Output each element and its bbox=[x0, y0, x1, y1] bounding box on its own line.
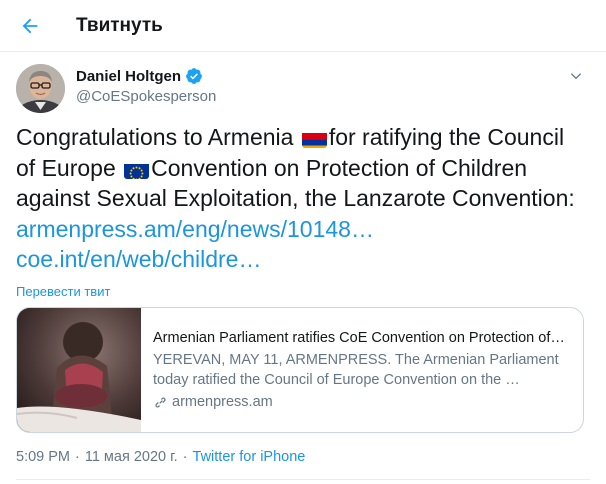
tweet-text: Congratulations to Armenia for ratifying… bbox=[16, 122, 590, 275]
author-handle[interactable]: @CoESpokesperson bbox=[76, 88, 216, 105]
meta-separator: · bbox=[75, 449, 80, 465]
tweet-link-coe[interactable]: coe.int/en/web/childre… bbox=[16, 246, 261, 272]
tweet-text-segment: Convention on Protection of Children bbox=[151, 154, 528, 181]
card-thumbnail bbox=[17, 308, 141, 432]
tweet-line-1: Congratulations to Armenia for ratifying… bbox=[16, 122, 590, 153]
tweet-line-3: against Sexual Exploitation, the Lanzaro… bbox=[16, 185, 575, 212]
armenia-flag-icon bbox=[301, 129, 327, 148]
divider bbox=[16, 479, 590, 480]
card-domain-text: armenpress.am bbox=[172, 394, 273, 410]
arrow-left-icon bbox=[22, 18, 38, 34]
tweet-date[interactable]: 11 мая 2020 г. bbox=[85, 449, 178, 465]
link-icon bbox=[155, 396, 166, 408]
chevron-down-icon bbox=[570, 73, 582, 80]
author-name[interactable]: Daniel Holtgen bbox=[76, 67, 203, 85]
tweet-time[interactable]: 5:09 PM bbox=[16, 449, 70, 465]
card-title: Armenian Parliament ratifies CoE Convent… bbox=[153, 330, 565, 346]
page-title: Твитнуть bbox=[76, 15, 163, 36]
tweet-metadata: 5:09 PM · 11 мая 2020 г. · Twitter for i… bbox=[16, 449, 305, 465]
card-body: Armenian Parliament ratifies CoE Convent… bbox=[141, 308, 583, 432]
tweet-text-segment: Congratulations to Armenia bbox=[16, 124, 300, 150]
link-preview-card[interactable]: Armenian Parliament ratifies CoE Convent… bbox=[16, 307, 584, 433]
card-description-line: today ratified the Council of Europe Con… bbox=[153, 372, 520, 388]
translate-tweet-link[interactable]: Перевести твит bbox=[16, 284, 110, 299]
tweet-link-armenpress[interactable]: armenpress.am/eng/news/10148… bbox=[16, 216, 374, 242]
card-domain: armenpress.am bbox=[153, 392, 569, 412]
author-name-text: Daniel Holtgen bbox=[76, 67, 182, 85]
verified-badge-icon bbox=[185, 67, 203, 85]
avatar[interactable] bbox=[16, 64, 65, 113]
eu-flag-icon bbox=[124, 160, 150, 179]
meta-separator: · bbox=[182, 449, 188, 465]
card-description-line: YEREVAN, MAY 11, ARMENPRESS. The Armenia… bbox=[153, 352, 559, 368]
avatar-image bbox=[16, 64, 65, 113]
more-options-button[interactable] bbox=[566, 66, 586, 86]
tweet-line-2: of Europe Convention on Protection of Ch… bbox=[16, 153, 590, 184]
tweet-text-segment: for ratifying the Council bbox=[328, 124, 565, 150]
back-button[interactable] bbox=[12, 8, 48, 44]
top-bar: Твитнуть bbox=[0, 0, 606, 52]
tweet-text-segment: of Europe bbox=[16, 154, 123, 181]
card-description: YEREVAN, MAY 11, ARMENPRESS. The Armenia… bbox=[153, 350, 569, 390]
tweet-source-link[interactable]: Twitter for iPhone bbox=[193, 449, 306, 465]
